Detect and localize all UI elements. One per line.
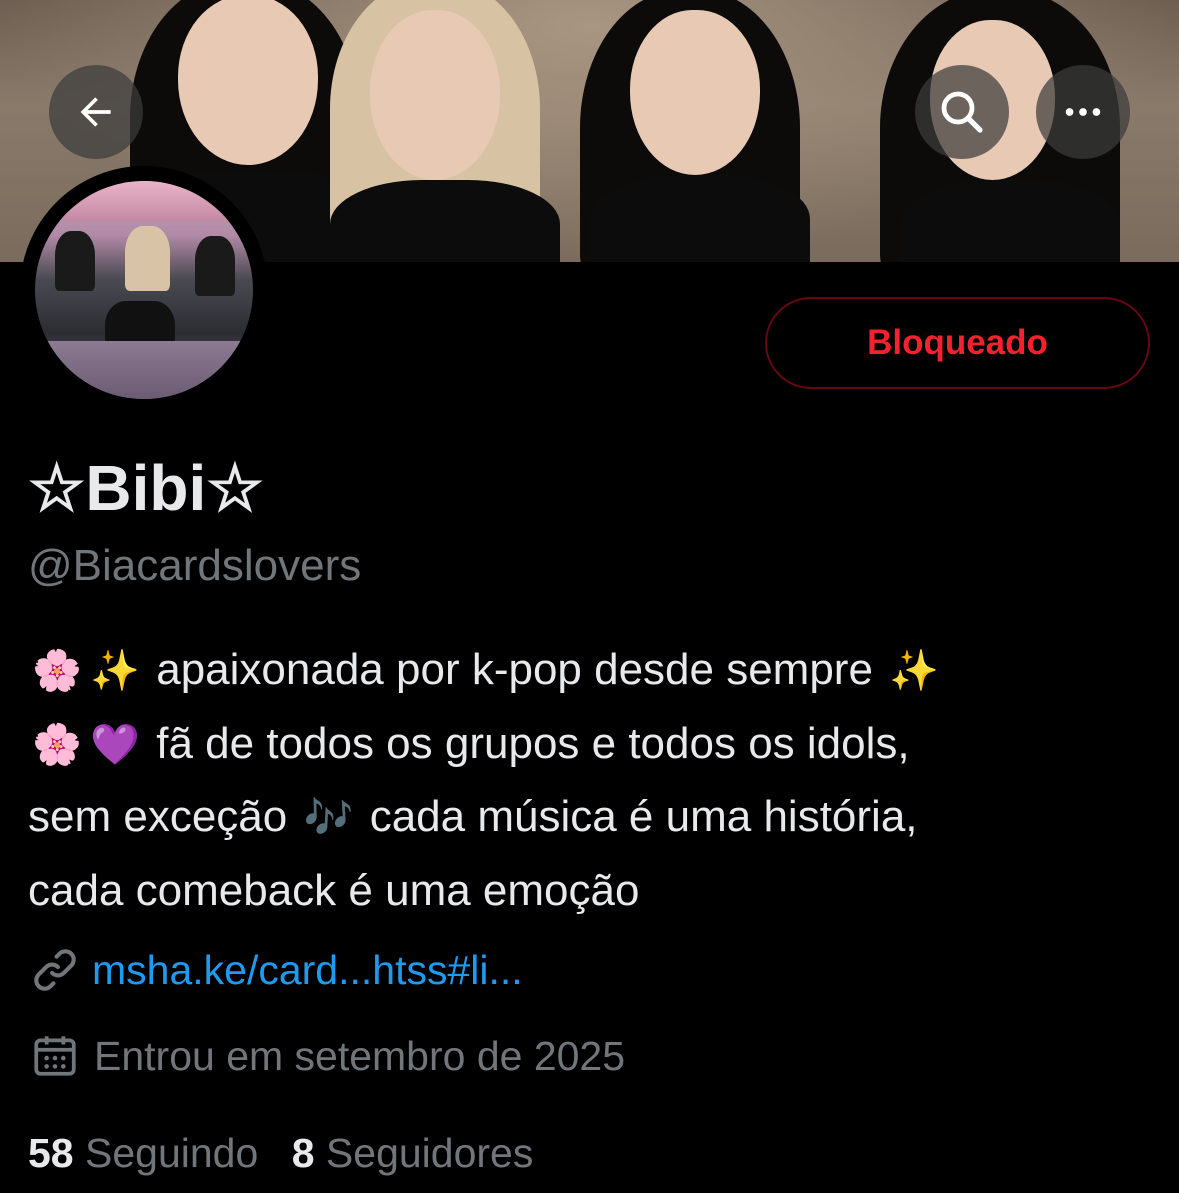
profile-link-row: msha.ke/card...htss#li...	[30, 944, 523, 996]
blocked-button-label: Bloqueado	[867, 323, 1048, 362]
bio-text: fã de todos os grupos e todos os idols,	[156, 718, 910, 768]
avatar[interactable]	[20, 166, 268, 414]
bio-text: cada comeback é uma emoção	[28, 865, 640, 915]
bio-text: cada música é uma história,	[369, 792, 918, 841]
back-button[interactable]	[49, 65, 143, 159]
banner-body	[590, 175, 810, 262]
profile-link[interactable]: msha.ke/card...htss#li...	[92, 944, 523, 996]
avatar-crowd	[35, 181, 253, 221]
bio-text: sem exceção	[28, 792, 288, 841]
joined-text: Entrou em setembro de 2025	[94, 1033, 626, 1079]
musical-notes-emoji: 🎶	[303, 796, 354, 840]
banner-body	[900, 180, 1120, 262]
followers-label: Seguidores	[325, 1130, 534, 1176]
banner-body	[330, 180, 560, 262]
bio-line: 🌸 💜 fã de todos os grupos e todos os idol…	[28, 708, 1158, 782]
cherry-blossom-emoji: 🌸	[32, 722, 82, 767]
calendar-icon	[34, 1036, 76, 1076]
sparkles-emoji: ✨	[889, 649, 940, 693]
bio-text: apaixonada por k-pop desde sempre	[156, 645, 873, 694]
following-link[interactable]: 58 Seguindo	[28, 1130, 270, 1176]
link-icon	[34, 949, 76, 991]
bio-line: sem exceção 🎶 cada música é uma história…	[28, 781, 1158, 855]
search-button[interactable]	[915, 65, 1009, 159]
avatar-figure	[195, 236, 235, 296]
bio-line: 🌸 ✨ apaixonada por k-pop desde sempre ✨	[28, 634, 1158, 708]
followers-count: 8	[291, 1130, 315, 1176]
banner-face	[178, 0, 318, 165]
banner-face	[630, 10, 760, 175]
more-horizontal-icon	[1065, 108, 1101, 116]
handle: @Biacardslovers	[28, 541, 362, 590]
bio-line: cada comeback é uma emoção	[28, 855, 1158, 928]
more-button[interactable]	[1036, 65, 1130, 159]
bio: 🌸 ✨ apaixonada por k-pop desde sempre ✨ 🌸…	[28, 634, 1158, 927]
sparkles-emoji: ✨	[90, 649, 140, 693]
cherry-blossom-emoji: 🌸	[32, 649, 82, 693]
blocked-button[interactable]: Bloqueado	[765, 297, 1150, 389]
following-label: Seguindo	[85, 1130, 259, 1176]
avatar-figure	[55, 231, 95, 291]
avatar-figure	[125, 226, 170, 291]
avatar-image	[35, 181, 253, 399]
avatar-floor	[35, 341, 253, 399]
banner-face	[370, 10, 500, 180]
display-name: ☆Bibi☆	[28, 452, 264, 524]
arrow-left-icon	[80, 97, 111, 127]
follow-stats: 58 Seguindo 8 Seguidores	[28, 1126, 533, 1180]
joined-row: Entrou em setembro de 2025	[30, 1030, 625, 1082]
purple-heart-emoji: 💜	[90, 722, 140, 767]
search-icon	[941, 91, 983, 133]
followers-link[interactable]: 8 Seguidores	[292, 1130, 534, 1176]
following-count: 58	[28, 1130, 74, 1176]
